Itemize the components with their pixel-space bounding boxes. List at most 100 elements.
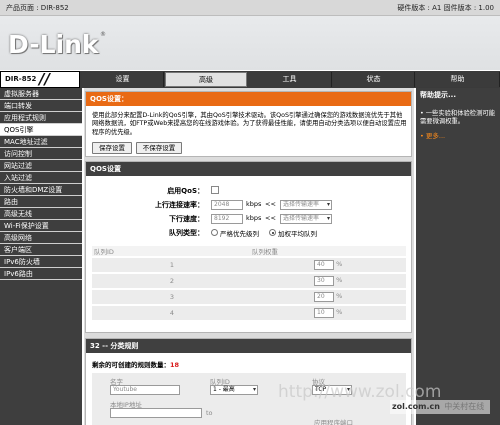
percent-label: % bbox=[336, 276, 343, 284]
queue-id-cell: 2 bbox=[92, 273, 252, 290]
qos-settings-panel: QOS设置 启用QoS： 上行连接速率： 2048 kbps << 选择传输速率… bbox=[85, 161, 412, 333]
help-more-text: 更多... bbox=[425, 132, 446, 140]
sidebar-item-virtual-server[interactable]: 虚拟服务器 bbox=[0, 88, 82, 100]
rules-title: 32 -- 分类规则 bbox=[86, 339, 411, 353]
sidebar-item-ipv6-firewall[interactable]: IPv6防火墙 bbox=[0, 256, 82, 268]
dont-save-button[interactable]: 不保存设置 bbox=[136, 142, 182, 154]
queue-weight-input[interactable]: 30 bbox=[314, 276, 334, 286]
app-port-label: 应用程序端口 bbox=[314, 419, 353, 425]
uplink-speed-input[interactable]: 2048 bbox=[211, 200, 243, 210]
tab-help[interactable]: 帮助 bbox=[416, 72, 500, 87]
dlink-logo: D-Link bbox=[8, 30, 99, 59]
sidebar-item-routing[interactable]: 路由 bbox=[0, 196, 82, 208]
table-row: 2 30 % bbox=[92, 273, 406, 290]
sidebar-item-port-forwarding[interactable]: 端口转发 bbox=[0, 100, 82, 112]
uplink-rate-select[interactable]: 选择传输速率 ▾ bbox=[280, 200, 332, 210]
percent-label: % bbox=[336, 260, 343, 268]
watermark-site-name: 中关村在线 bbox=[444, 402, 485, 411]
qos-intro-panel: QOS设置： 使用此部分来配置D-Link的QoS引擎，其由QoS引擎技术驱动。… bbox=[85, 91, 412, 157]
sidebar-item-firewall-dmz[interactable]: 防火墙和DMZ设置 bbox=[0, 184, 82, 196]
watermark-badge: zol.com.cn 中关村在线 bbox=[390, 400, 490, 414]
uplink-select-value: 选择传输速率 bbox=[283, 201, 320, 208]
model-label: DIR-852 bbox=[5, 75, 37, 83]
chevron-down-icon: ▾ bbox=[252, 386, 256, 393]
chevron-down-icon: ▾ bbox=[326, 215, 330, 222]
sidebar-item-access-control[interactable]: 访问控制 bbox=[0, 148, 82, 160]
tab-status[interactable]: 状态 bbox=[333, 72, 415, 87]
rule-name-input[interactable]: Youtube bbox=[110, 385, 180, 395]
header-queue-id: 队列ID bbox=[92, 246, 252, 258]
top-info-bar: 产品页面 : DIR-852 硬件版本 : A1 固件版本 : 1.00 bbox=[0, 0, 500, 16]
queue-id-cell: 1 bbox=[92, 257, 252, 274]
qos-intro-text: 使用此部分来配置D-Link的QoS引擎，其由QoS引擎技术驱动。该QoS引擎通… bbox=[92, 112, 407, 136]
percent-label: % bbox=[336, 292, 343, 300]
to-label: to bbox=[206, 409, 213, 417]
header-queue-weight: 队列权重 bbox=[252, 246, 406, 258]
queue-id-cell: 3 bbox=[92, 289, 252, 306]
table-row: 4 10 % bbox=[92, 305, 406, 322]
table-row: 3 20 % bbox=[92, 289, 406, 306]
table-header-row: 队列ID 队列权重 bbox=[92, 246, 406, 258]
downlink-speed-input[interactable]: 8192 bbox=[211, 214, 243, 224]
uplink-arrows: << bbox=[265, 200, 276, 208]
tab-tools[interactable]: 工具 bbox=[248, 72, 332, 87]
uplink-unit: kbps bbox=[246, 200, 262, 208]
queue-type-label: 队列类型： bbox=[169, 229, 204, 237]
version-info: 硬件版本 : A1 固件版本 : 1.00 bbox=[397, 4, 494, 12]
sidebar-item-advanced-network[interactable]: 高级网络 bbox=[0, 232, 82, 244]
registered-mark: ® bbox=[100, 31, 106, 38]
queue-weight-input[interactable]: 20 bbox=[314, 292, 334, 302]
sidebar-item-advanced-wireless[interactable]: 高级无线 bbox=[0, 208, 82, 220]
sidebar-item-mac-filter[interactable]: MAC地址过滤 bbox=[0, 136, 82, 148]
sidebar-item-application-rules[interactable]: 应用程式规则 bbox=[0, 112, 82, 124]
watermark-url: http://www.zol.com bbox=[278, 382, 442, 402]
chevron-down-icon: ▾ bbox=[326, 201, 330, 208]
sidebar: 虚拟服务器 端口转发 应用程式规则 QOS引擎 MAC地址过滤 访问控制 网站过… bbox=[0, 88, 82, 425]
uplink-speed-label: 上行连接速率： bbox=[155, 201, 204, 209]
strict-priority-radio[interactable] bbox=[211, 229, 218, 236]
downlink-select-value: 选择传输速率 bbox=[283, 215, 320, 222]
downlink-unit: kbps bbox=[246, 214, 262, 222]
model-badge: DIR-852 // bbox=[0, 71, 80, 88]
weighted-fair-radio[interactable] bbox=[269, 229, 276, 236]
queue-weight-input[interactable]: 40 bbox=[314, 260, 334, 270]
queue-id-cell: 4 bbox=[92, 305, 252, 322]
brand-bar: D-Link ® bbox=[0, 16, 500, 70]
qos-settings-title: QOS设置 bbox=[86, 162, 411, 176]
enable-qos-label: 启用QoS： bbox=[167, 187, 204, 195]
remaining-label: 剩余的可创建的规则数量： bbox=[92, 361, 170, 369]
main-content: QOS设置： 使用此部分来配置D-Link的QoS引擎，其由QoS引擎技术驱动。… bbox=[84, 88, 414, 425]
help-more-link[interactable]: • 更多... bbox=[420, 130, 445, 140]
top-nav: DIR-852 // 设置 高级 工具 状态 帮助 bbox=[0, 71, 500, 88]
table-row: 1 40 % bbox=[92, 257, 406, 274]
watermark: http://www.zol.com zol.com.cn 中关村在线 bbox=[278, 382, 492, 416]
watermark-site: zol.com.cn bbox=[392, 402, 440, 411]
remaining-count: 18 bbox=[170, 361, 180, 369]
help-bullet-text: 一些实验和体验检测可能需要微调权重。 bbox=[420, 110, 495, 125]
sidebar-item-guest-zone[interactable]: 客户端区 bbox=[0, 244, 82, 256]
downlink-rate-select[interactable]: 选择传输速率 ▾ bbox=[280, 214, 332, 224]
downlink-arrows: << bbox=[265, 214, 276, 222]
slash-decoration: // bbox=[39, 70, 50, 88]
enable-qos-checkbox[interactable] bbox=[211, 186, 219, 194]
tab-setup[interactable]: 设置 bbox=[82, 72, 164, 87]
queue-weight-input[interactable]: 10 bbox=[314, 308, 334, 318]
rule-queue-select[interactable]: 1 - 最高 ▾ bbox=[210, 385, 258, 395]
strict-priority-label: 严格优先级列 bbox=[220, 230, 259, 238]
downlink-speed-label: 下行速度： bbox=[169, 215, 204, 223]
sidebar-item-wps[interactable]: Wi-Fi保护设置 bbox=[0, 220, 82, 232]
queue-table: 队列ID 队列权重 1 40 % 2 30 % 3 20 % 4 10 % bbox=[92, 246, 406, 322]
weighted-fair-label: 加权平均队列 bbox=[278, 230, 317, 238]
tab-advanced[interactable]: 高级 bbox=[165, 72, 247, 87]
sidebar-item-inbound-filter[interactable]: 入站过滤 bbox=[0, 172, 82, 184]
save-settings-button[interactable]: 保存设置 bbox=[92, 142, 132, 154]
help-pane: 帮助提示... • 一些实验和体验检测可能需要微调权重。 • 更多... bbox=[416, 88, 500, 425]
qos-intro-title: QOS设置： bbox=[86, 92, 411, 106]
sidebar-item-website-filter[interactable]: 网站过滤 bbox=[0, 160, 82, 172]
local-ip-start-input[interactable] bbox=[110, 408, 202, 418]
sidebar-item-qos-engine[interactable]: QOS引擎 bbox=[0, 124, 82, 136]
rules-remaining: 剩余的可创建的规则数量：18 bbox=[92, 359, 179, 369]
rule-queue-value: 1 - 最高 bbox=[213, 386, 235, 393]
help-title: 帮助提示... bbox=[420, 91, 456, 99]
sidebar-item-ipv6-routing[interactable]: IPv6路由 bbox=[0, 268, 82, 280]
